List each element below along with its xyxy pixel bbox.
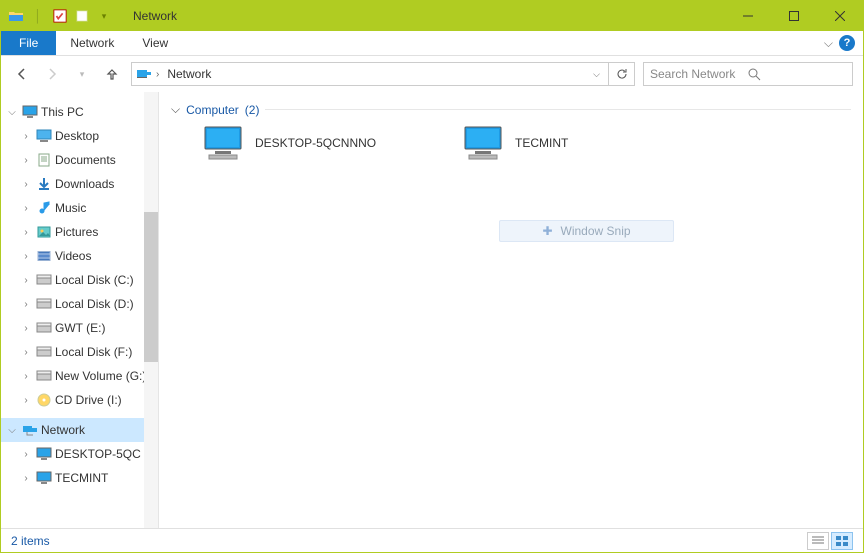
group-header-computer[interactable]: ⌵ Computer (2) — [171, 102, 851, 117]
breadcrumb-network[interactable]: Network — [163, 67, 215, 81]
qat-dropdown-icon[interactable]: ▾ — [95, 7, 113, 25]
tree-cd-drive-i[interactable]: ›CD Drive (I:) — [1, 388, 158, 412]
documents-icon — [35, 152, 53, 168]
network-icon — [21, 422, 39, 438]
tree-local-disk-c[interactable]: ›Local Disk (C:) — [1, 268, 158, 292]
tree-label: Network — [41, 423, 85, 437]
tree-downloads[interactable]: ›Downloads — [1, 172, 158, 196]
computer-icon — [461, 125, 505, 161]
close-button[interactable] — [817, 1, 863, 31]
group-label: Computer — [186, 103, 239, 117]
downloads-icon — [35, 176, 53, 192]
computer-icon — [35, 446, 53, 462]
search-icon — [748, 68, 846, 81]
forward-button[interactable] — [41, 63, 63, 85]
expand-icon[interactable]: › — [19, 251, 33, 262]
tree-music[interactable]: ›Music — [1, 196, 158, 220]
drive-icon — [35, 368, 53, 384]
network-location-icon — [136, 66, 152, 82]
tab-view[interactable]: View — [128, 31, 182, 55]
tree-pictures[interactable]: ›Pictures — [1, 220, 158, 244]
tree-computer-2[interactable]: ›TECMINT — [1, 466, 158, 490]
navigation-tree[interactable]: ⌵ This PC ›Desktop ›Documents ›Downloads… — [1, 92, 159, 528]
drive-icon — [35, 296, 53, 312]
music-icon — [35, 200, 53, 216]
divider: │ — [29, 7, 47, 25]
tree-scrollbar-thumb[interactable] — [144, 212, 158, 362]
expand-icon[interactable]: › — [19, 275, 33, 286]
expand-icon[interactable]: › — [19, 203, 33, 214]
tree-local-disk-f[interactable]: ›Local Disk (F:) — [1, 340, 158, 364]
expand-icon[interactable]: › — [19, 449, 33, 460]
expand-icon[interactable]: › — [19, 347, 33, 358]
tree-documents[interactable]: ›Documents — [1, 148, 158, 172]
collapse-group-icon[interactable]: ⌵ — [171, 102, 180, 117]
pictures-icon — [35, 224, 53, 240]
window-title: Network — [133, 9, 177, 23]
expand-icon[interactable]: › — [19, 155, 33, 166]
help-icon[interactable]: ? — [839, 35, 855, 51]
file-tab[interactable]: File — [1, 31, 56, 55]
computer-icon — [35, 470, 53, 486]
address-bar[interactable]: › Network ⌵ — [131, 62, 609, 86]
videos-icon — [35, 248, 53, 264]
tree-videos[interactable]: ›Videos — [1, 244, 158, 268]
expand-icon[interactable]: › — [19, 371, 33, 382]
cd-icon — [35, 392, 53, 408]
tab-network[interactable]: Network — [56, 31, 128, 55]
plus-icon: ✚ — [542, 224, 552, 238]
desktop-icon — [35, 128, 53, 144]
item-label: DESKTOP-5QCNNNO — [255, 136, 376, 150]
drive-icon — [35, 320, 53, 336]
drive-icon — [35, 344, 53, 360]
computer-item[interactable]: TECMINT — [461, 125, 661, 161]
minimize-button[interactable] — [725, 1, 771, 31]
back-button[interactable] — [11, 63, 33, 85]
refresh-button[interactable] — [609, 62, 635, 86]
group-count: (2) — [245, 103, 260, 117]
view-large-icons-button[interactable] — [831, 532, 853, 550]
breadcrumb-separator-icon[interactable]: › — [156, 69, 159, 80]
expand-icon[interactable]: › — [19, 179, 33, 190]
computer-icon — [201, 125, 245, 161]
tree-desktop[interactable]: ›Desktop — [1, 124, 158, 148]
this-pc-icon — [21, 104, 39, 120]
expand-icon[interactable]: › — [19, 299, 33, 310]
group-divider — [265, 109, 851, 110]
tree-gwt-e[interactable]: ›GWT (E:) — [1, 316, 158, 340]
collapse-icon[interactable]: ⌵ — [5, 107, 19, 118]
content-pane[interactable]: ⌵ Computer (2) DESKTOP-5QCNNNO TECMINT ✚… — [159, 92, 863, 528]
tree-label: This PC — [41, 105, 84, 119]
address-dropdown-icon[interactable]: ⌵ — [589, 69, 604, 80]
new-folder-icon[interactable] — [73, 7, 91, 25]
properties-icon[interactable] — [51, 7, 69, 25]
tree-computer-1[interactable]: ›DESKTOP-5QCN — [1, 442, 158, 466]
view-details-button[interactable] — [807, 532, 829, 550]
ribbon-collapse-icon[interactable]: ⌵ — [824, 36, 833, 51]
maximize-button[interactable] — [771, 1, 817, 31]
expand-icon[interactable]: › — [19, 323, 33, 334]
explorer-icon — [7, 7, 25, 25]
up-button[interactable] — [101, 63, 123, 85]
window-snip-overlay: ✚ Window Snip — [499, 220, 674, 242]
computer-item[interactable]: DESKTOP-5QCNNNO — [201, 125, 401, 161]
tree-local-disk-d[interactable]: ›Local Disk (D:) — [1, 292, 158, 316]
recent-locations-button[interactable]: ▾ — [71, 63, 93, 85]
expand-icon[interactable]: › — [19, 395, 33, 406]
tree-network[interactable]: ⌵ Network — [1, 418, 158, 442]
tree-new-volume-g[interactable]: ›New Volume (G:) — [1, 364, 158, 388]
collapse-icon[interactable]: ⌵ — [5, 425, 19, 436]
search-input[interactable]: Search Network — [643, 62, 853, 86]
drive-icon — [35, 272, 53, 288]
status-text: 2 items — [11, 534, 50, 548]
expand-icon[interactable]: › — [19, 131, 33, 142]
expand-icon[interactable]: › — [19, 473, 33, 484]
search-placeholder: Search Network — [650, 67, 748, 81]
item-label: TECMINT — [515, 136, 568, 150]
tree-this-pc[interactable]: ⌵ This PC — [1, 100, 158, 124]
expand-icon[interactable]: › — [19, 227, 33, 238]
